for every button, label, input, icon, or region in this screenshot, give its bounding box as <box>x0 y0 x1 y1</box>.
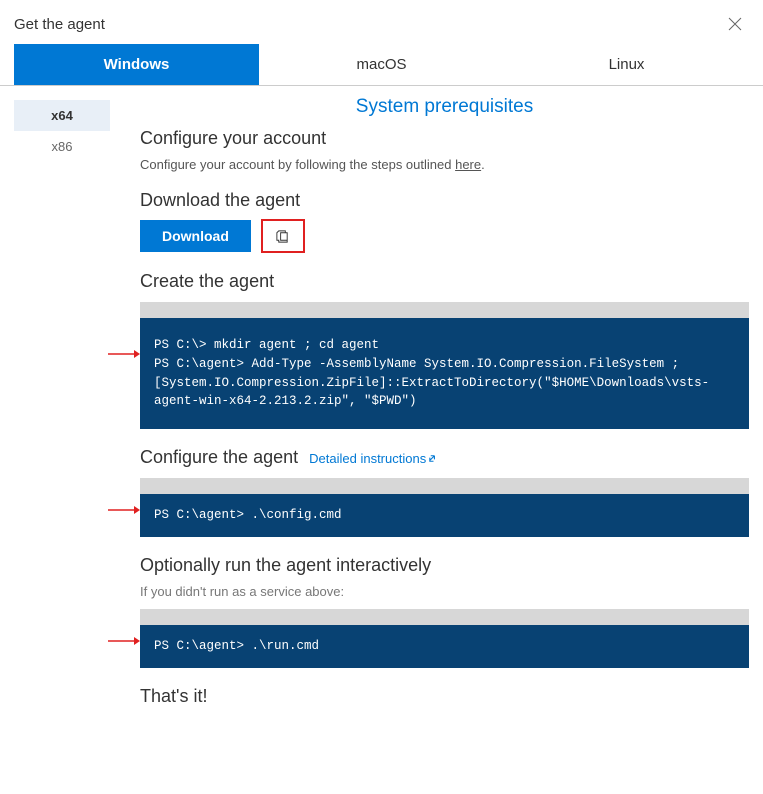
configure-account-text: Configure your account by following the … <box>140 157 749 172</box>
tab-linux[interactable]: Linux <box>504 44 749 85</box>
configure-account-text-pre: Configure your account by following the … <box>140 157 455 172</box>
system-prerequisites-link[interactable]: System prerequisites <box>140 96 749 118</box>
detailed-instructions-link[interactable]: Detailed instructions <box>309 451 439 466</box>
arch-nav: x64 x86 <box>14 86 110 715</box>
arch-x64[interactable]: x64 <box>14 100 110 131</box>
run-agent-code[interactable]: PS C:\agent> .\run.cmd <box>140 625 749 668</box>
configure-account-here-link[interactable]: here <box>455 157 481 172</box>
copy-icon <box>275 229 290 244</box>
copy-url-button[interactable] <box>261 219 305 253</box>
code-block-header <box>140 478 749 494</box>
configure-agent-title-text: Configure the agent <box>140 447 298 467</box>
external-link-icon <box>428 453 439 464</box>
arch-x86[interactable]: x86 <box>14 131 110 162</box>
code-block-header <box>140 609 749 625</box>
download-button[interactable]: Download <box>140 220 251 252</box>
run-agent-note: If you didn't run as a service above: <box>140 584 749 599</box>
create-agent-code[interactable]: PS C:\> mkdir agent ; cd agent PS C:\age… <box>140 318 749 429</box>
dialog-title: Get the agent <box>14 16 105 33</box>
section-download-agent: Download the agent <box>140 190 749 211</box>
configure-account-text-post: . <box>481 157 485 172</box>
os-tabs: Windows macOS Linux <box>0 44 763 86</box>
section-configure-agent: Configure the agent Detailed instruction… <box>140 447 749 468</box>
configure-agent-code[interactable]: PS C:\agent> .\config.cmd <box>140 494 749 537</box>
tab-windows[interactable]: Windows <box>14 44 259 85</box>
code-block-header <box>140 302 749 318</box>
section-configure-account: Configure your account <box>140 128 749 149</box>
section-run-agent: Optionally run the agent interactively <box>140 555 749 576</box>
tab-macos[interactable]: macOS <box>259 44 504 85</box>
close-icon <box>728 17 742 31</box>
section-create-agent: Create the agent <box>140 271 749 292</box>
arrow-icon <box>108 635 140 647</box>
detailed-instructions-label: Detailed instructions <box>309 451 426 466</box>
arrow-icon <box>108 348 140 360</box>
close-button[interactable] <box>723 12 747 36</box>
arrow-icon <box>108 504 140 516</box>
section-thats-it: That's it! <box>140 686 749 707</box>
